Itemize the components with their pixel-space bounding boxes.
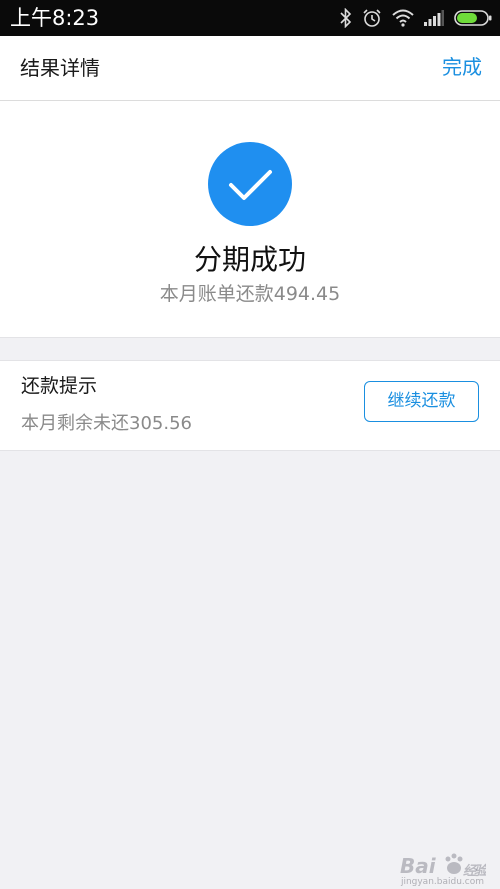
done-button[interactable]: 完成 [442, 53, 482, 81]
repay-tip-panel: 还款提示 本月剩余未还305.56 继续还款 [0, 360, 500, 451]
alarm-icon [362, 8, 382, 28]
checkmark-icon [208, 142, 292, 226]
result-panel: 分期成功 本月账单还款494.45 [0, 101, 500, 338]
wifi-icon [392, 9, 414, 27]
svg-text:Bai: Bai [400, 854, 437, 878]
bluetooth-icon [340, 8, 352, 28]
battery-icon [454, 9, 492, 27]
watermark-domain: jingyan.baidu.com [400, 877, 484, 887]
status-time: 上午8:23 [10, 6, 100, 30]
result-title: 分期成功 [193, 243, 306, 276]
status-icons [340, 6, 492, 30]
signal-icon [424, 10, 444, 26]
remaining-amount: 本月剩余未还305.56 [21, 413, 192, 434]
bill-repayment-amount: 本月账单还款494.45 [159, 283, 341, 305]
continue-repay-button[interactable]: 继续还款 [364, 381, 479, 422]
repay-tip-title: 还款提示 [21, 375, 98, 397]
status-bar: 上午8:23 [0, 0, 500, 36]
nav-bar: 结果详情 完成 [0, 36, 500, 101]
page-title: 结果详情 [20, 56, 100, 80]
